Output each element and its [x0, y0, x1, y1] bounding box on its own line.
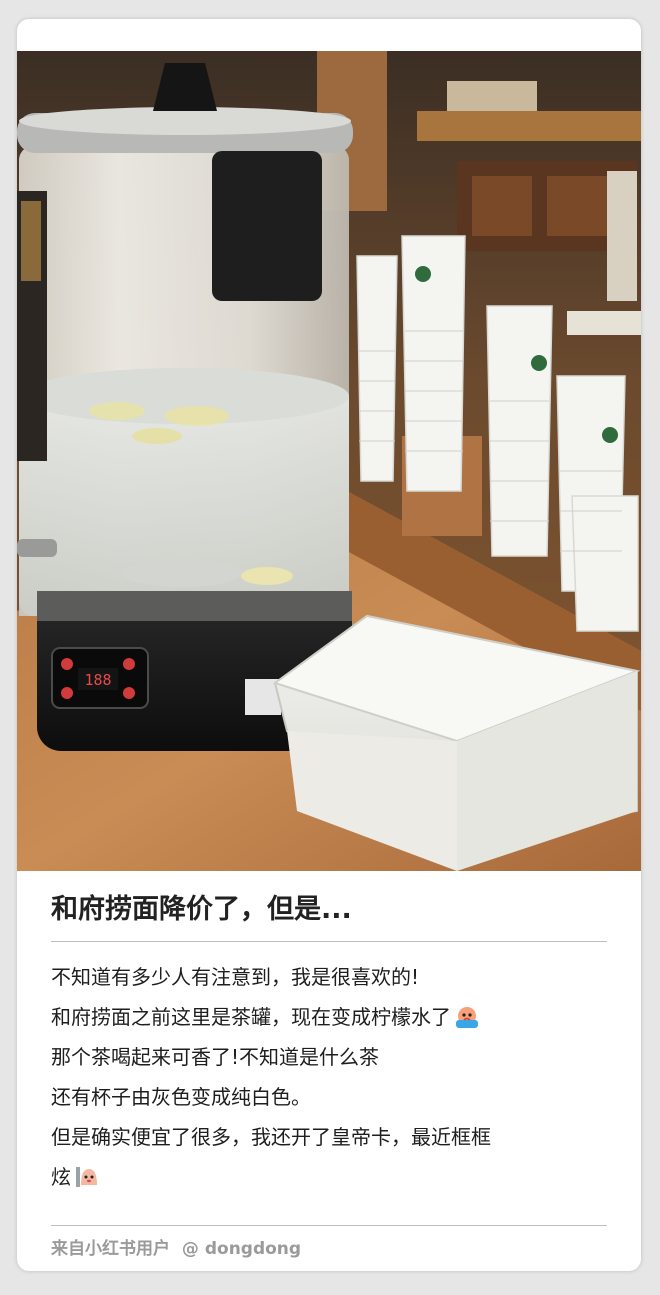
post-footer: 来自小红书用户 @ dongdong — [51, 1234, 611, 1259]
body-line-4: 还有杯子由灰色变成纯白色。 — [51, 1085, 311, 1109]
title-divider — [51, 941, 607, 942]
post-card: 188 和府捞面降价了，但是... 不知道有多少人有注意到，我是很喜欢的! 和府… — [17, 19, 641, 1271]
footer-source: 来自小红书用户 — [51, 1239, 170, 1259]
post-body: 不知道有多少人有注意到，我是很喜欢的! 和府捞面之前这里是茶罐，现在变成柠檬水了… — [51, 957, 611, 1197]
photo-illustration: 188 — [17, 51, 641, 871]
post-photo[interactable]: 188 — [17, 51, 641, 871]
body-line-3: 那个茶喝起来可香了!不知道是什么茶 — [51, 1045, 380, 1069]
footer-username[interactable]: @ dongdong — [182, 1239, 301, 1259]
crying-face-emoji-icon — [456, 1007, 478, 1028]
body-line-5: 但是确实便宜了很多，我还开了皇帝卡，最近框框 — [51, 1125, 491, 1149]
post-title: 和府捞面降价了，但是... — [51, 894, 352, 925]
peach-character-emoji-icon — [76, 1167, 97, 1187]
body-line-2: 和府捞面之前这里是茶罐，现在变成柠檬水了 — [51, 997, 611, 1037]
body-line-1: 不知道有多少人有注意到，我是很喜欢的! — [51, 965, 420, 989]
body-line-6: 炫 — [51, 1157, 611, 1197]
water-dispenser: 188 — [17, 63, 353, 751]
footer-divider — [51, 1225, 607, 1226]
dispenser-display: 188 — [84, 671, 111, 689]
